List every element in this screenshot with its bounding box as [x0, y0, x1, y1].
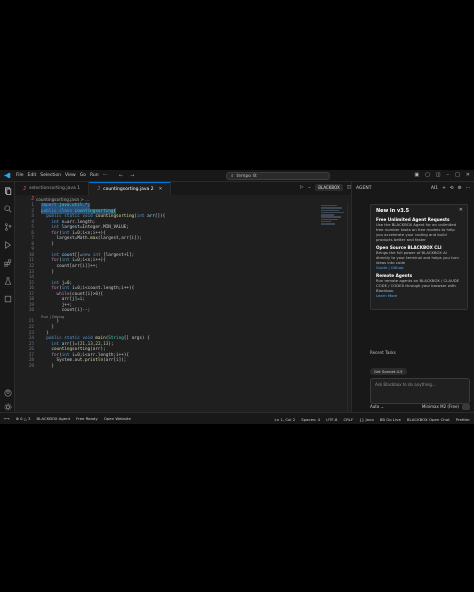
section-text: Run remote agents on BLACKBOX / CLAUDE C… [376, 278, 460, 293]
minimize-icon[interactable]: – [447, 172, 450, 178]
menu-run[interactable]: Run [90, 173, 99, 178]
guide-github-links[interactable]: Guide | Github [376, 265, 462, 270]
cursor-position[interactable]: Ln 1, Col 2 [275, 417, 296, 422]
panel-settings-icon[interactable]: ⚙ [458, 186, 462, 191]
blackbox-button[interactable]: BLACKBOX [315, 184, 343, 191]
title-bar: File Edit Selection View Go Run ··· ← → … [0, 170, 474, 182]
blackbox-agent-panel: AGENT AI1 + ⟲ ⚙ ··· New in v3.5 ✕ Free U… [351, 182, 474, 412]
open-website-status[interactable]: Open Website [104, 416, 131, 421]
sidebar-icon[interactable]: ◫ [436, 172, 441, 178]
indentation[interactable]: Spaces: 4 [301, 417, 320, 422]
menu-bar: File Edit Selection View Go Run ··· [16, 173, 107, 178]
command-center[interactable]: ⌕ tempo lit [226, 172, 330, 180]
maximize-icon[interactable]: □ [455, 172, 460, 178]
blackbox-icon[interactable] [3, 294, 12, 303]
line-number: 29 [28, 363, 34, 369]
status-left: ⟷ ⊗ 0 △ 3 BLACKBOX Agent Free Ready Open… [0, 416, 131, 421]
new-chat-icon[interactable]: + [442, 186, 446, 191]
panel-more-icon[interactable]: ··· [466, 186, 470, 191]
status-bar: ⟷ ⊗ 0 △ 3 BLACKBOX Agent Free Ready Open… [0, 412, 474, 424]
minimap[interactable] [321, 205, 347, 227]
menu-file[interactable]: File [16, 173, 24, 178]
vscode-window: File Edit Selection View Go Run ··· ← → … [0, 170, 474, 424]
window-controls: ▣ ▢ ◫ – □ ✕ [414, 172, 470, 178]
line-ending[interactable]: CRLF [343, 417, 353, 422]
run-icon[interactable]: ▷ [300, 185, 303, 190]
menu-view[interactable]: View [65, 173, 76, 178]
activity-bar [0, 182, 15, 412]
nav-arrows: ← → [119, 173, 134, 179]
java-file-icon: J [23, 185, 27, 192]
problems-status[interactable]: ⊗ 0 △ 3 [16, 416, 31, 421]
account-icon[interactable] [3, 388, 12, 397]
mode-select[interactable]: Auto ⌄ [370, 404, 384, 410]
search-icon: ⌕ [231, 174, 234, 179]
explorer-icon[interactable] [3, 186, 12, 195]
panel-tag: AI1 [430, 185, 439, 191]
card-title: New in v3.5 [376, 208, 410, 214]
whats-new-card: New in v3.5 ✕ Free Unlimited Agent Reque… [370, 204, 468, 310]
line-number-gutter: 1 2 3 4 5 6 7 8 9 10 11 12 13 14 15 16 1… [15, 203, 37, 369]
tab-countingsorting[interactable]: J countingsorting.java 2 ✕ [89, 182, 172, 195]
breadcrumb-text: countingsorting.java > ... [36, 196, 90, 202]
search-icon[interactable] [3, 204, 12, 213]
language-mode[interactable]: {} Java [359, 417, 373, 422]
extensions-icon[interactable] [3, 258, 12, 267]
recent-tasks-label: Recent Tasks [370, 350, 396, 355]
free-ready-status[interactable]: Free Ready [76, 416, 98, 421]
tab-close-icon[interactable]: ✕ [159, 187, 163, 192]
back-arrow-icon[interactable]: ← [119, 173, 123, 179]
breadcrumb[interactable]: J countingsorting.java > ... [15, 195, 351, 203]
source-control-icon[interactable] [3, 222, 12, 231]
settings-gear-icon[interactable] [3, 402, 12, 411]
task-chip[interactable]: Get Sonnet 4.5 [370, 368, 407, 375]
section-text: Use the BLACKBOX Agent for an unlimited … [376, 222, 457, 242]
more-menu-icon[interactable]: ··· [103, 173, 107, 178]
code-line: } [41, 363, 54, 369]
java-file-icon: J [97, 186, 101, 192]
section-text: Brings the full power of BLACKBOX AI dir… [376, 250, 459, 265]
menu-go[interactable]: Go [80, 173, 86, 178]
encoding[interactable]: UTF-8 [326, 417, 337, 422]
status-right: Ln 1, Col 2 Spaces: 4 UTF-8 CRLF {} Java… [275, 413, 471, 424]
tab-label: countingsorting.java 2 [103, 186, 154, 192]
panel-icon[interactable]: ▢ [425, 172, 430, 178]
mode-label: Auto [370, 404, 380, 409]
code-lines: import java.util.*; public class counting… [41, 203, 341, 369]
run-debug-icon[interactable] [3, 240, 12, 249]
remote-icon[interactable]: ⟷ [4, 416, 10, 421]
chat-controls: Auto ⌄ Minimax M2 (Free) [370, 404, 470, 410]
run-dropdown-icon[interactable]: ⌄ [307, 185, 311, 190]
menu-edit[interactable]: Edit [28, 173, 37, 178]
close-icon[interactable]: ✕ [466, 172, 470, 178]
prettier[interactable]: Prettier [456, 417, 470, 422]
learn-more-link[interactable]: Learn More [376, 293, 462, 298]
chat-placeholder: Ask Blackbox to do anything... [375, 382, 436, 387]
panel-header: AGENT AI1 + ⟲ ⚙ ··· [352, 182, 474, 194]
history-icon[interactable]: ⟲ [450, 186, 454, 191]
tab-selectionsorting[interactable]: J selectionsorting.java 1 [15, 182, 90, 195]
layout-icon[interactable]: ▣ [414, 172, 419, 178]
go-live[interactable]: BB Go Live [380, 417, 401, 422]
card-close-icon[interactable]: ✕ [459, 207, 463, 213]
blackbox-open-chat[interactable]: BLACKBOX Open Chat [407, 417, 450, 422]
blackbox-agent-status[interactable]: BLACKBOX Agent [37, 416, 71, 421]
tab-label: selectionsorting.java 1 [29, 186, 81, 191]
menu-selection[interactable]: Selection [40, 173, 61, 178]
panel-title: AGENT [356, 185, 372, 191]
testing-icon[interactable] [3, 276, 12, 285]
forward-arrow-icon[interactable]: → [130, 173, 134, 179]
command-center-text: tempo lit [236, 173, 257, 179]
code-editor[interactable]: 1 2 3 4 5 6 7 8 9 10 11 12 13 14 15 16 1… [15, 203, 351, 412]
send-button[interactable] [462, 404, 470, 410]
model-select[interactable]: Minimax M2 (Free) [422, 404, 459, 410]
chat-input[interactable]: Ask Blackbox to do anything... [370, 378, 470, 404]
java-file-icon: J [31, 196, 35, 202]
vscode-logo-icon [0, 170, 14, 182]
